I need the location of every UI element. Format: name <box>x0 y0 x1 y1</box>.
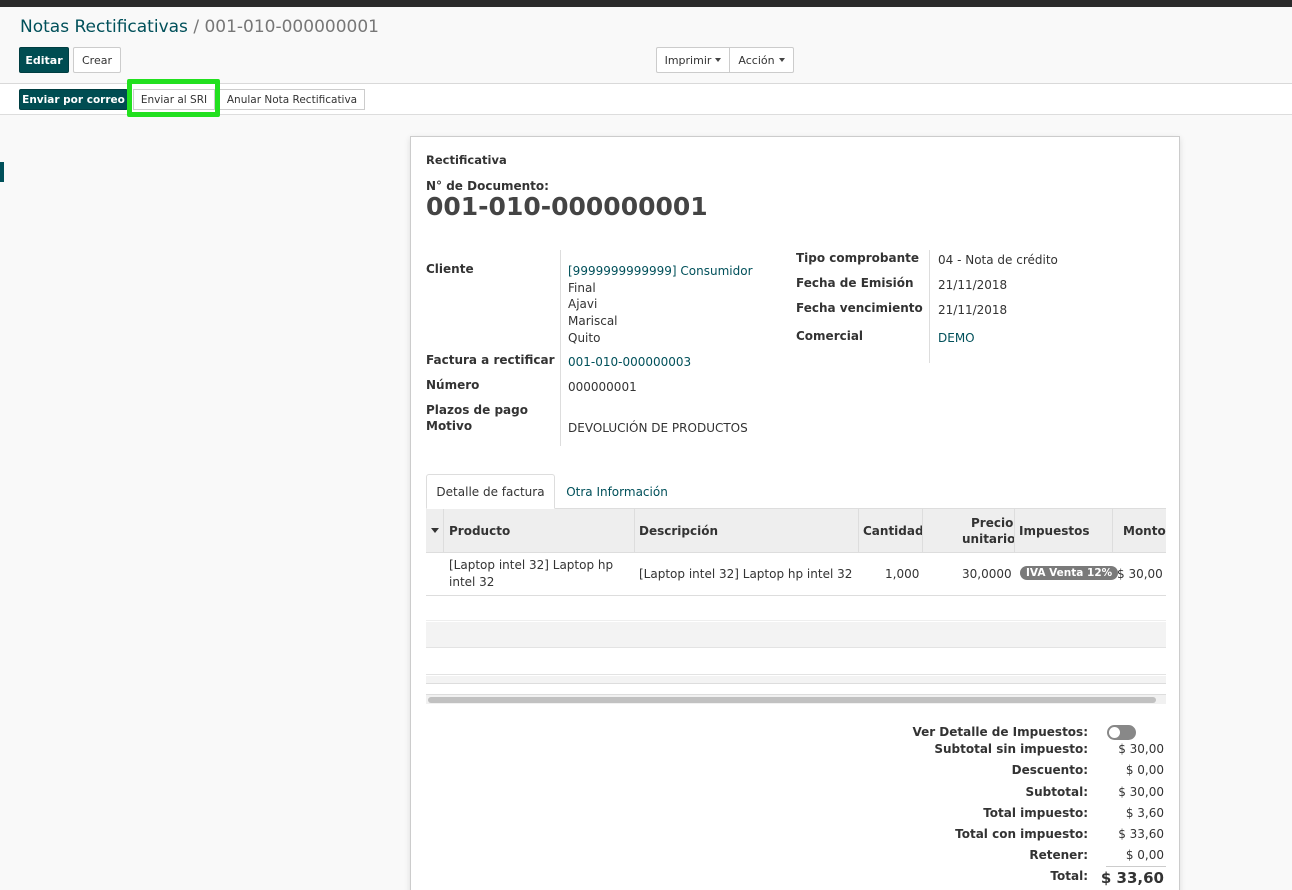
col-cantidad[interactable]: Cantidad <box>863 524 924 538</box>
factura-value[interactable]: 001-010-000000003 <box>568 355 691 369</box>
cell-monto: $ 30,00 <box>1117 567 1163 581</box>
comercial-label: Comercial <box>796 329 864 343</box>
col-precio-line2[interactable]: unitario <box>962 532 1015 546</box>
print-dropdown-button[interactable]: Imprimir <box>656 47 730 73</box>
form-sheet: Rectificativa N° de Documento: 001-010-0… <box>410 136 1180 890</box>
cliente-address-line: Mariscal <box>568 314 618 328</box>
table-footer <box>426 676 1166 684</box>
breadcrumb-separator: / <box>193 17 200 37</box>
motivo-value: DEVOLUCIÓN DE PRODUCTOS <box>568 421 748 435</box>
cell-precio: 30,0000 <box>962 567 1012 581</box>
cliente-value[interactable]: [9999999999999] Consumidor <box>568 264 753 278</box>
motivo-label: Motivo <box>426 419 473 433</box>
descuento-value: $ 0,00 <box>1125 763 1164 777</box>
tipo-label: Tipo comprobante <box>796 251 920 265</box>
subtotal-value: $ 30,00 <box>1118 785 1164 799</box>
col-precio-line1[interactable]: Precio <box>971 516 1013 530</box>
sort-caret-icon[interactable] <box>431 528 439 533</box>
edit-button[interactable]: Editar <box>19 47 69 73</box>
send-sri-button[interactable]: Enviar al SRI <box>133 89 215 110</box>
emision-label: Fecha de Emisión <box>796 276 914 290</box>
doc-number: 001-010-000000001 <box>426 192 708 221</box>
cliente-address-line: Ajavi <box>568 297 598 311</box>
cell-producto: [Laptop intel 32] Laptop hp <box>449 558 614 572</box>
breadcrumb-current: 001-010-000000001 <box>204 17 379 37</box>
column-separator <box>443 509 444 553</box>
breadcrumb: Notas Rectificativas / 001-010-000000001 <box>20 17 379 37</box>
total-impuesto-value: $ 3,60 <box>1125 806 1164 820</box>
cell-producto-cont: intel 32 <box>449 575 495 589</box>
emision-value: 21/11/2018 <box>938 278 1008 292</box>
caret-down-icon <box>715 58 722 62</box>
empty-row <box>426 649 1166 675</box>
print-label: Imprimir <box>664 53 712 67</box>
col-producto[interactable]: Producto <box>449 524 510 538</box>
total-label: Total: <box>1050 869 1088 883</box>
vencimiento-value: 21/11/2018 <box>938 303 1008 317</box>
ver-detalle-label: Ver Detalle de Impuestos: <box>912 725 1088 739</box>
retener-value: $ 0,00 <box>1125 848 1164 862</box>
column-separator <box>1112 509 1113 553</box>
factura-label: Factura a rectificar <box>426 353 555 367</box>
send-email-button[interactable]: Enviar por correo <box>19 89 128 110</box>
descuento-label: Descuento: <box>1011 763 1088 777</box>
cliente-address-line: Quito <box>568 331 601 345</box>
empty-row <box>426 596 1166 621</box>
horizontal-scrollbar[interactable] <box>426 694 1166 704</box>
top-navbar <box>0 0 1292 7</box>
table-header: Producto Descripción Cantidad Precio uni… <box>426 509 1166 553</box>
retener-label: Retener: <box>1029 848 1088 862</box>
doc-type-title: Rectificativa <box>426 153 507 167</box>
cliente-label: Cliente <box>426 262 474 276</box>
total-con-value: $ 33,60 <box>1118 827 1164 841</box>
comercial-value[interactable]: DEMO <box>938 331 975 345</box>
field-divider <box>560 250 561 446</box>
column-separator <box>922 509 923 553</box>
empty-row <box>426 622 1166 648</box>
create-button[interactable]: Crear <box>73 47 121 73</box>
subtotal-sin-value: $ 30,00 <box>1118 742 1164 756</box>
total-impuesto-label: Total impuesto: <box>983 806 1088 820</box>
cell-descripcion: [Laptop intel 32] Laptop hp intel 32 <box>639 567 853 581</box>
column-separator <box>634 509 635 553</box>
table-row[interactable]: [Laptop intel 32] Laptop hp intel 32 [La… <box>426 553 1166 596</box>
subtotal-sin-label: Subtotal sin impuesto: <box>934 742 1088 756</box>
total-separator <box>1106 866 1166 867</box>
tipo-value: 04 - Nota de crédito <box>938 253 1058 267</box>
cancel-note-button[interactable]: Anular Nota Rectificativa <box>219 89 365 110</box>
vencimiento-label: Fecha vencimiento <box>796 301 923 315</box>
form-statusbar: Enviar por correo Enviar al SRI Anular N… <box>0 84 1292 115</box>
caret-down-icon <box>778 58 785 62</box>
tab-otra-informacion[interactable]: Otra Información <box>559 474 675 509</box>
toggle-knob <box>1109 727 1120 738</box>
action-dropdown-button[interactable]: Acción <box>729 47 794 73</box>
plazos-label: Plazos de pago <box>426 403 528 417</box>
ver-detalle-toggle[interactable] <box>1107 725 1136 740</box>
total-con-label: Total con impuesto: <box>955 827 1088 841</box>
scrollbar-thumb[interactable] <box>428 697 1156 703</box>
action-label: Acción <box>738 53 775 67</box>
cell-cantidad: 1,000 <box>885 567 920 581</box>
tax-badge: IVA Venta 12% <box>1020 566 1119 580</box>
column-separator <box>858 509 859 553</box>
col-descripcion[interactable]: Descripción <box>639 524 718 538</box>
total-value: $ 33,60 <box>1100 869 1164 887</box>
field-divider <box>929 250 930 363</box>
side-marker <box>0 162 4 182</box>
col-impuestos[interactable]: Impuestos <box>1019 524 1090 538</box>
cliente-address-line: Final <box>568 281 596 295</box>
tab-detalle-factura[interactable]: Detalle de factura <box>426 474 555 509</box>
subtotal-label: Subtotal: <box>1025 785 1088 799</box>
breadcrumb-parent-link[interactable]: Notas Rectificativas <box>20 17 188 37</box>
col-monto[interactable]: Monto <box>1123 524 1166 538</box>
doc-number-label: N° de Documento: <box>426 179 549 193</box>
control-panel: Notas Rectificativas / 001-010-000000001… <box>0 7 1292 84</box>
numero-value: 000000001 <box>568 380 637 394</box>
column-separator <box>1014 509 1015 553</box>
numero-label: Número <box>426 378 480 392</box>
